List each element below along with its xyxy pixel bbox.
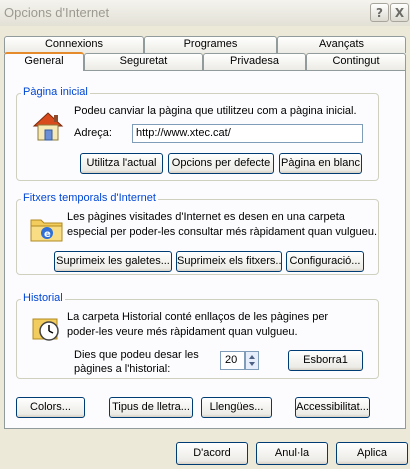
folder-ie-icon: e [30,219,63,242]
clear-history-button[interactable]: Esborra1 [288,350,363,371]
title-bar: Opcions d'Internet ? X [0,0,410,26]
close-button[interactable]: X [390,3,409,22]
svg-text:e: e [44,229,51,240]
address-label: Adreça: [74,127,112,139]
temp-files-description-2: especial per poder-les consultar més ràp… [67,226,378,238]
history-days-label-1: Dies que podeu desar les [74,349,199,361]
accessibility-button[interactable]: Accessibilitat... [295,397,370,418]
cancel-button[interactable]: Anul·la [256,442,328,465]
temp-files-legend: Fitxers temporals d'Internet [21,192,158,204]
temp-files-description-1: Les pàgines visitades d'Internet es dese… [67,211,345,223]
help-button[interactable]: ? [370,3,389,22]
stepper-arrows-icon[interactable] [246,352,258,369]
use-current-button[interactable]: Utilitza l'actual [80,153,163,174]
delete-cookies-button[interactable]: Suprimeix les galetes... [54,251,172,272]
history-description-2: poder-les veure més ràpidament quan vulg… [67,326,298,338]
ok-button[interactable]: D'acord [176,442,248,465]
tab-general[interactable]: General [4,52,84,71]
address-input[interactable]: http://www.xtec.cat/ [132,124,363,143]
window-title: Opcions d'Internet [4,5,110,20]
delete-files-button[interactable]: Suprimeix els fitxers... [176,251,282,272]
tab-avancats[interactable]: Avançats [277,36,406,53]
languages-button[interactable]: Llengües... [201,397,272,418]
colors-button[interactable]: Colors... [16,397,85,418]
history-days-stepper[interactable] [245,351,259,370]
use-default-button[interactable]: Opcions per defecte [168,153,274,174]
tab-privadesa[interactable]: Privadesa [203,53,306,70]
temp-settings-button[interactable]: Configuració... [286,251,364,272]
history-days-label-2: pàgines a l'historial: [74,363,171,375]
tab-contingut[interactable]: Contingut [306,53,406,70]
use-blank-button[interactable]: Pàgina en blanc [279,153,362,174]
home-page-legend: Pàgina inicial [21,86,90,98]
tab-connexions[interactable]: Connexions [4,36,144,53]
history-days-input[interactable]: 20 [220,351,245,370]
apply-button[interactable]: Aplica [336,442,408,465]
home-page-icon [32,112,64,141]
fonts-button[interactable]: Tipus de lletra... [109,397,193,418]
home-page-description: Podeu canviar la pàgina que utilitzeu co… [74,105,357,117]
history-legend: Historial [21,292,65,304]
history-icon [32,318,59,341]
history-description-1: La carpeta Historial conté enllaços de l… [67,311,329,323]
tab-seguretat[interactable]: Seguretat [84,53,203,70]
general-tab-panel: Pàgina inicial Podeu canviar la pàgina q… [4,70,406,429]
tab-programes[interactable]: Programes [144,36,277,53]
